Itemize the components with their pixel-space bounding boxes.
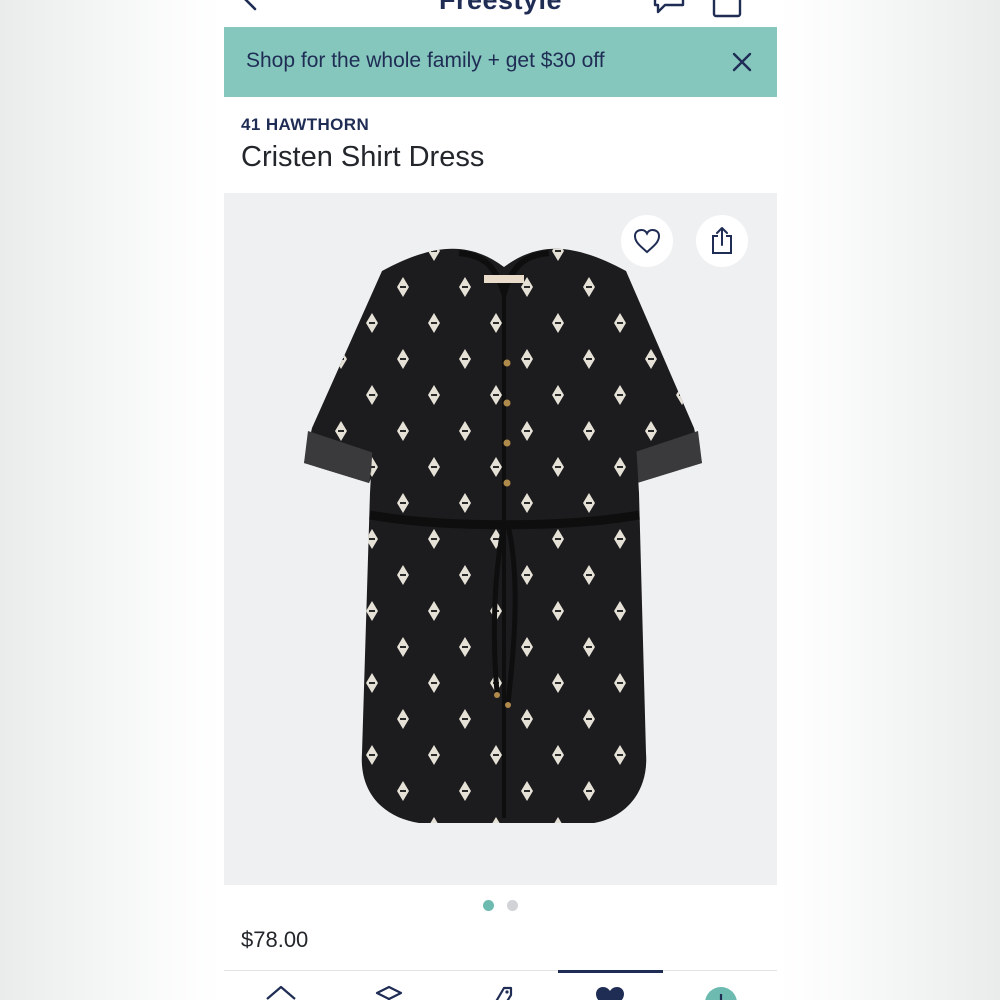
shopping-bag-icon [712, 0, 742, 18]
tab-favorites[interactable] [593, 983, 627, 1000]
brand-name[interactable]: 41 HAWTHORN [241, 115, 369, 135]
image-pagination [224, 885, 777, 925]
promo-close-button[interactable] [729, 49, 755, 75]
chat-button[interactable] [652, 0, 686, 16]
promo-banner[interactable]: Shop for the whole family + get $30 off [224, 27, 777, 97]
tab-shop[interactable] [482, 983, 516, 1000]
home-icon [266, 985, 296, 1000]
top-nav: Freestyle [224, 0, 777, 26]
tag-icon [495, 986, 513, 1000]
share-icon [712, 227, 732, 254]
tab-add[interactable] [704, 983, 738, 1000]
app-screen: Freestyle Shop for the whole family + ge… [224, 0, 777, 1000]
share-button[interactable] [696, 215, 748, 267]
favorite-button[interactable] [621, 215, 673, 267]
product-title: Cristen Shirt Dress [241, 141, 485, 173]
box-icon [375, 985, 403, 1000]
promo-text: Shop for the whole family + get $30 off [246, 49, 605, 72]
heart-filled-icon [596, 987, 624, 1000]
tab-box[interactable] [372, 983, 406, 1000]
heart-outline-icon [633, 228, 661, 254]
pagination-dot[interactable] [507, 899, 518, 911]
active-tab-indicator [558, 970, 663, 973]
bottom-tab-bar [224, 970, 777, 1000]
nav-title: Freestyle [438, 0, 563, 15]
product-image-gallery[interactable] [224, 193, 777, 885]
dress-image [304, 248, 702, 823]
add-circle-icon [705, 987, 737, 1000]
chat-bubble-icon [653, 0, 685, 14]
pagination-dot-active[interactable] [483, 899, 494, 911]
shopping-bag-button[interactable] [712, 0, 742, 18]
tab-home[interactable] [264, 983, 298, 1000]
close-icon [732, 52, 752, 72]
product-price: $78.00 [241, 927, 309, 952]
